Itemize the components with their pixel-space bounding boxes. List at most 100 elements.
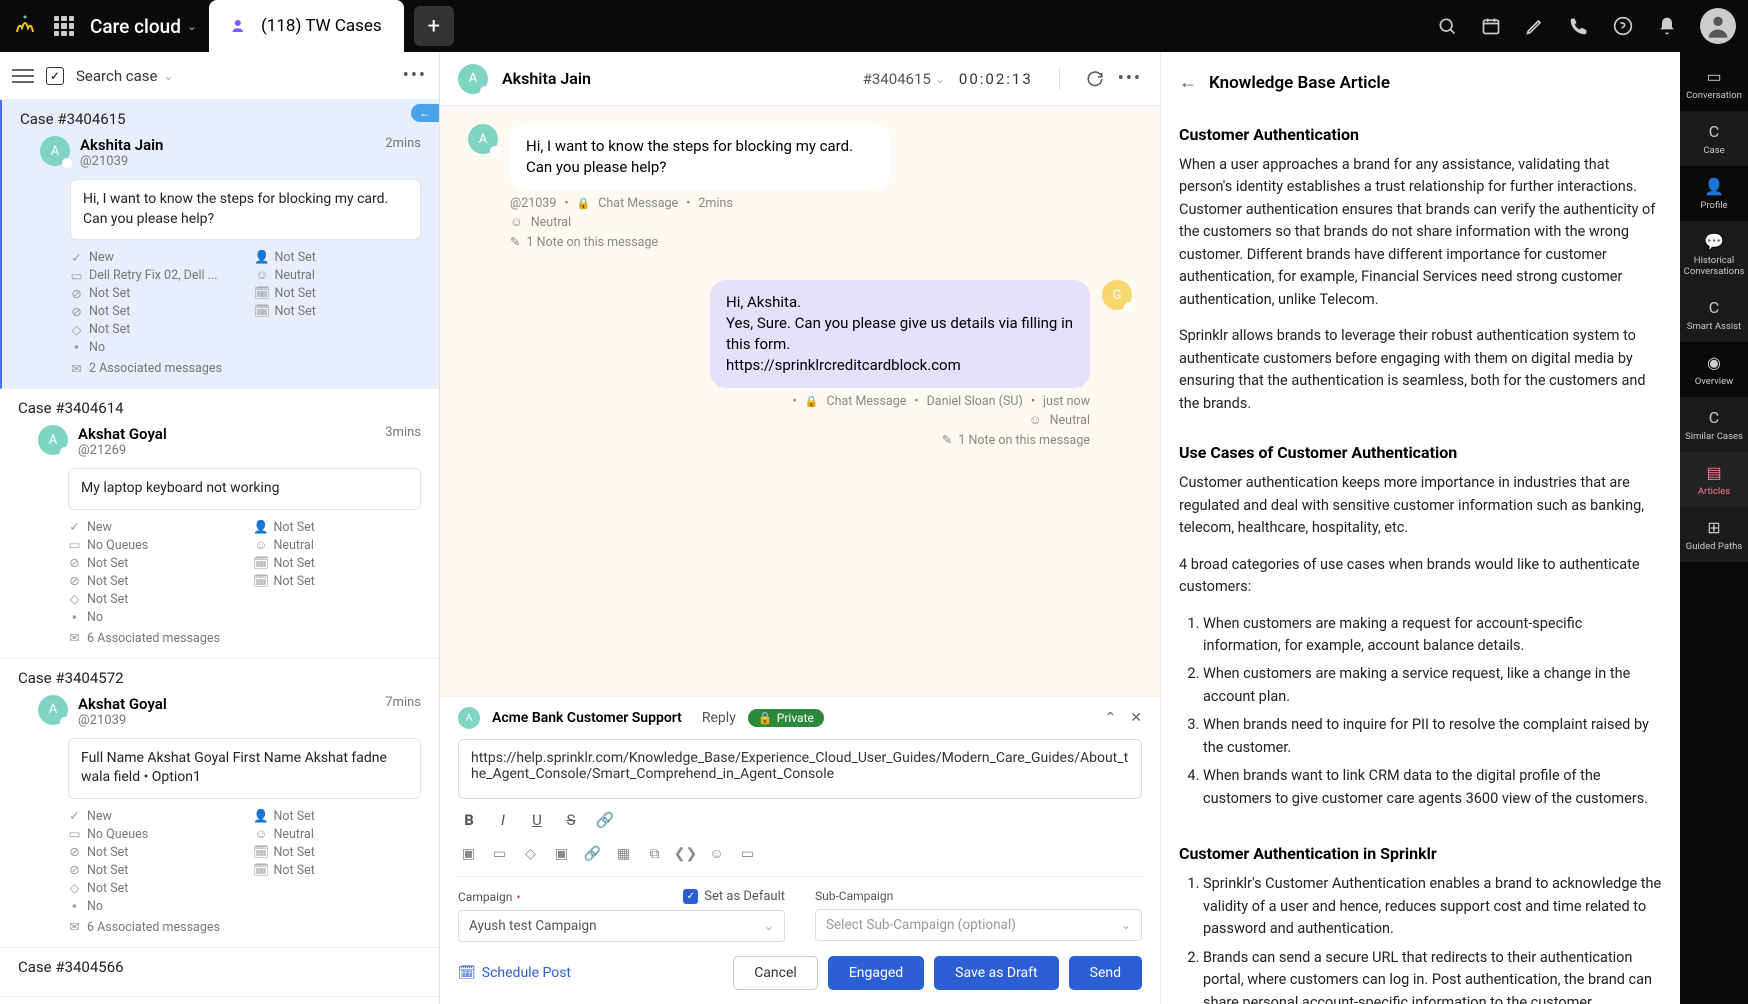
user-avatar[interactable] <box>1700 8 1736 44</box>
kb-paragraph: Customer authentication keeps more impor… <box>1179 472 1662 539</box>
engaged-button[interactable]: Engaged <box>828 956 924 990</box>
reply-panel: A Acme Bank Customer Support Reply 🔒Priv… <box>440 696 1160 1004</box>
case-handle: @21269 <box>78 443 167 458</box>
kb-heading: Customer Authentication in Sprinklr <box>1179 844 1662 863</box>
search-icon[interactable] <box>1436 15 1458 37</box>
case-id: Case #3404572 <box>18 669 421 687</box>
note-icon: ✎ <box>942 432 952 448</box>
rail-item-profile[interactable]: 👤Profile <box>1680 166 1748 221</box>
rail-label: Conversation <box>1686 90 1742 101</box>
edit-icon[interactable] <box>1524 15 1546 37</box>
brand-logo-icon <box>12 13 38 39</box>
rail-item-overview[interactable]: ◉ Overview <box>1680 342 1748 397</box>
case-meta-item: 🗓Not Set <box>255 574 422 589</box>
add-tab-button[interactable]: + <box>414 6 454 46</box>
case-number-dropdown[interactable]: #3404615⌄ <box>863 70 945 88</box>
close-icon[interactable]: ✕ <box>1130 710 1142 726</box>
case-meta-item: ◇Not Set <box>68 881 235 896</box>
table-icon[interactable]: ▦ <box>615 845 632 862</box>
asset-icon[interactable]: ▣ <box>553 845 570 862</box>
case-meta-item: ⊘Not Set <box>70 304 236 319</box>
code-icon[interactable]: ❮❯ <box>677 845 694 862</box>
case-preview: My laptop keyboard not working <box>68 468 421 510</box>
message-bubble: Hi, Akshita. Yes, Sure. Can you please g… <box>710 280 1090 388</box>
cancel-button[interactable]: Cancel <box>733 956 818 990</box>
rail-label: Smart Assist <box>1687 321 1741 332</box>
calendar-icon[interactable] <box>1480 15 1502 37</box>
case-contact-name: Akshat Goyal <box>78 425 167 443</box>
rail-icon: 💬 <box>1704 231 1724 251</box>
set-default-checkbox[interactable]: ✓Set as Default <box>683 889 785 904</box>
case-avatar: A <box>38 695 68 725</box>
case-meta-item: 🗓Not Set <box>256 286 422 301</box>
tag-icon[interactable]: ◇ <box>522 845 539 862</box>
subcampaign-select[interactable]: Select Sub-Campaign (optional)⌄ <box>815 909 1142 941</box>
rail-item-articles[interactable]: ▤Articles <box>1680 452 1748 507</box>
rail-item-guided-paths[interactable]: ⊞Guided Paths <box>1680 507 1748 562</box>
back-arrow-badge[interactable]: ← <box>411 104 439 122</box>
italic-button[interactable]: I <box>494 811 512 829</box>
case-meta-item: ◇Not Set <box>68 592 235 607</box>
menu-icon[interactable] <box>12 69 34 83</box>
video-icon[interactable]: ▭ <box>491 845 508 862</box>
link-button[interactable]: 🔗 <box>596 811 614 829</box>
help-icon[interactable] <box>1612 15 1634 37</box>
search-case-dropdown[interactable]: Search case⌄ <box>76 67 174 85</box>
card-icon[interactable]: ▭ <box>739 845 756 862</box>
attach-toolbar: ▣ ▭ ◇ ▣ 🔗 ▦ ⧉ ❮❯ ☺ ▭ <box>458 839 1142 877</box>
case-card[interactable]: Case #3404614AAkshat Goyal@212693minsMy … <box>0 389 439 659</box>
workspace-dropdown[interactable]: Care cloud⌄ <box>90 15 197 38</box>
message-note[interactable]: ✎ 1 Note on this message <box>510 234 1132 250</box>
save-draft-button[interactable]: Save as Draft <box>934 956 1058 990</box>
apps-menu-icon[interactable] <box>54 16 74 36</box>
phone-icon[interactable] <box>1568 15 1590 37</box>
case-card[interactable]: Case #3404615AAkshita Jain@210392minsHi,… <box>0 100 439 389</box>
case-card[interactable]: Case #3404572AAkshat Goyal@210397minsFul… <box>0 659 439 948</box>
reply-type-label: Reply <box>702 710 736 726</box>
rail-item-historical-conversations[interactable]: 💬Historical Conversations <box>1680 221 1748 287</box>
reply-textarea[interactable]: https://help.sprinklr.com/Knowledge_Base… <box>458 739 1142 799</box>
rail-icon: ◉ <box>1704 352 1724 372</box>
rail-item-smart-assist[interactable]: CSmart Assist <box>1680 287 1748 342</box>
private-badge[interactable]: 🔒Private <box>748 709 824 727</box>
message-avatar: A <box>468 124 498 154</box>
link2-icon[interactable]: ⧉ <box>646 845 663 862</box>
case-meta-item <box>255 881 422 896</box>
tab-icon <box>231 16 251 36</box>
more-icon[interactable]: ••• <box>403 65 427 86</box>
rail-item-case[interactable]: CCase <box>1680 111 1748 166</box>
case-meta-item: ✓New <box>68 809 235 824</box>
kb-article-panel: ← Knowledge Base Article Customer Authen… <box>1160 52 1680 1004</box>
case-meta-item: ⊘Not Set <box>68 863 235 878</box>
case-meta-item: ✓New <box>68 520 235 535</box>
header-more-icon[interactable]: ••• <box>1118 68 1142 89</box>
rail-item-conversation[interactable]: ▭Conversation <box>1680 56 1748 111</box>
message-meta: @21039 • 🔒 Chat Message • 2mins <box>510 196 1132 211</box>
message-note[interactable]: ✎ 1 Note on this message <box>468 432 1090 448</box>
emoji-icon[interactable]: ☺ <box>708 845 725 862</box>
case-card[interactable]: Case #3404566 <box>0 948 439 997</box>
select-all-checkbox[interactable]: ✓ <box>46 67 64 85</box>
bell-icon[interactable] <box>1656 15 1678 37</box>
case-time: 2mins <box>385 136 421 151</box>
case-avatar: A <box>40 136 70 166</box>
back-arrow-icon[interactable]: ← <box>1179 72 1197 93</box>
send-button[interactable]: Send <box>1069 956 1142 990</box>
case-meta-item: ▪No <box>68 610 235 625</box>
collapse-icon[interactable]: ⌃ <box>1105 710 1117 726</box>
attachment-icon[interactable]: 🔗 <box>584 845 601 862</box>
rail-item-similar-cases[interactable]: CSimilar Cases <box>1680 397 1748 452</box>
refresh-icon[interactable] <box>1086 70 1104 88</box>
contact-avatar: A <box>458 64 488 94</box>
rail-label: Overview <box>1695 376 1734 387</box>
underline-button[interactable]: U <box>528 811 546 829</box>
kb-paragraph: Sprinklr allows brands to leverage their… <box>1179 325 1662 415</box>
schedule-post-button[interactable]: 🗓Schedule Post <box>458 965 571 981</box>
case-meta-item <box>255 610 422 625</box>
campaign-select[interactable]: Ayush test Campaign⌄ <box>458 910 785 942</box>
bold-button[interactable]: B <box>460 811 478 829</box>
active-tab[interactable]: (118) TW Cases <box>209 0 404 52</box>
image-icon[interactable]: ▣ <box>460 845 477 862</box>
strike-button[interactable]: S <box>562 811 580 829</box>
message-meta: • 🔒 Chat Message • Daniel Sloan (SU) • j… <box>468 394 1090 409</box>
